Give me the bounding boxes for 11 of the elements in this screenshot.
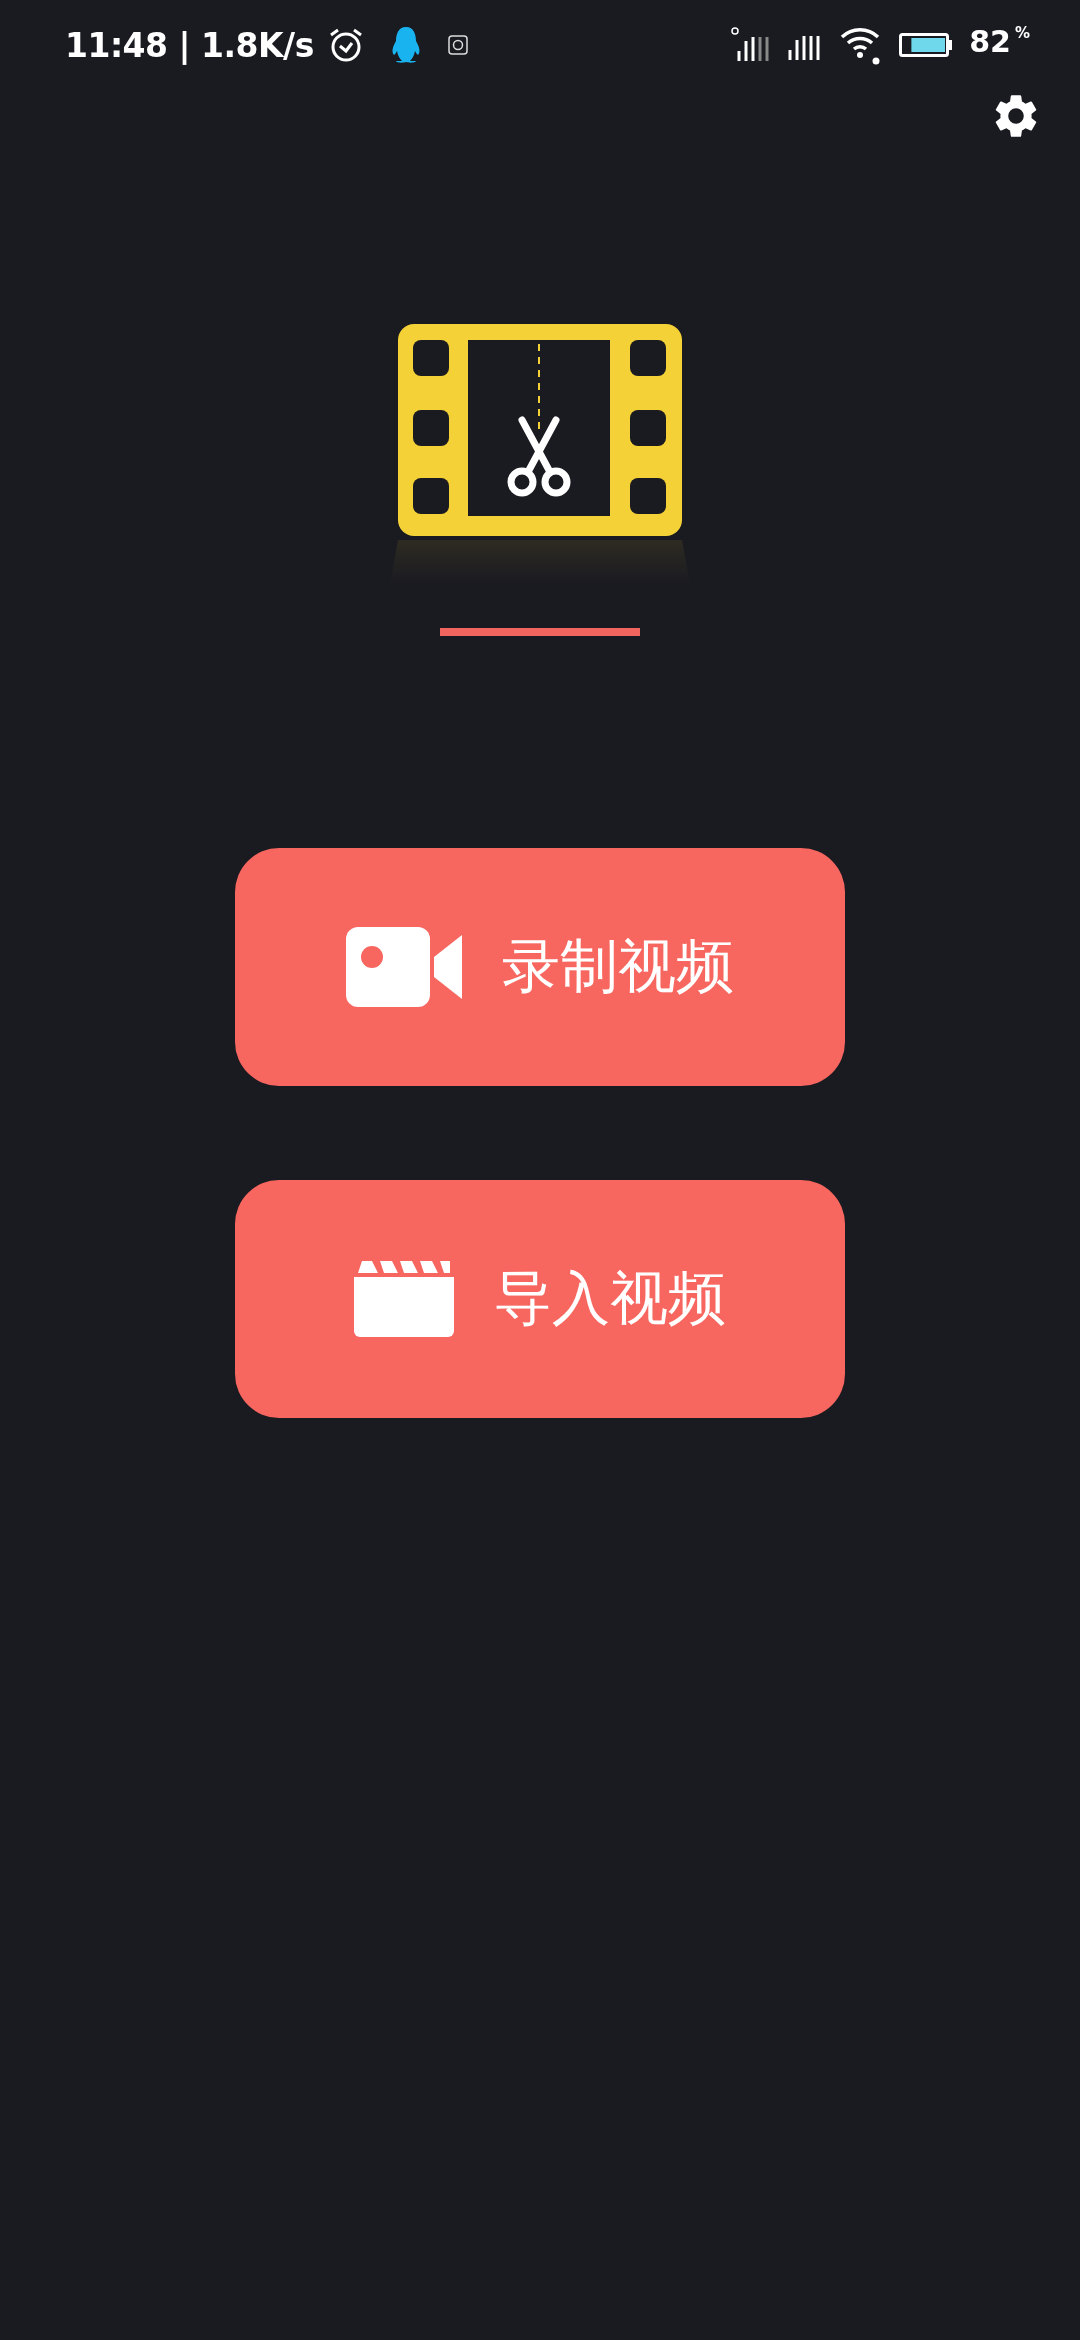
app-notification-icon — [447, 35, 468, 55]
clapperboard-icon — [354, 1259, 454, 1339]
signal-icon — [731, 27, 772, 63]
import-video-button[interactable]: 导入视频 — [235, 1180, 845, 1418]
video-camera-icon — [346, 927, 462, 1007]
status-time: 11:48 | 1.8K/s — [65, 25, 314, 65]
alarm-clock-icon — [327, 27, 364, 63]
battery-icon — [899, 33, 954, 57]
percent-sign: % — [1014, 24, 1030, 42]
battery-percentage: 82 — [969, 24, 1011, 61]
record-video-button[interactable]: 录制视频 — [235, 848, 845, 1086]
